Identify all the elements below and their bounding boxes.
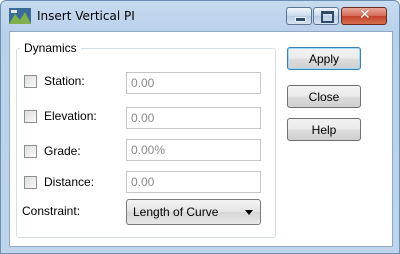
app-icon xyxy=(9,8,31,24)
maximize-icon xyxy=(321,11,334,23)
station-label: Station: xyxy=(44,74,85,88)
elevation-checkbox[interactable] xyxy=(24,110,37,123)
close-icon: ✕ xyxy=(359,7,371,23)
elevation-field[interactable]: 0.00 xyxy=(126,107,261,129)
dialog-client-area: Dynamics Station: 0.00 Elevation: 0.00 G… xyxy=(9,31,393,247)
distance-field[interactable]: 0.00 xyxy=(126,171,261,193)
elevation-label: Elevation: xyxy=(44,109,97,123)
minimize-button[interactable] xyxy=(286,7,312,25)
grade-label: Grade: xyxy=(44,144,81,158)
distance-label: Distance: xyxy=(44,175,95,189)
dialog-window: Insert Vertical PI ✕ Dynamics Station: 0… xyxy=(0,0,400,254)
station-checkbox[interactable] xyxy=(24,75,37,88)
close-button[interactable]: Close xyxy=(287,85,361,108)
grade-checkbox[interactable] xyxy=(24,145,37,158)
maximize-button[interactable] xyxy=(313,7,339,25)
apply-button[interactable]: Apply xyxy=(287,47,361,70)
window-title: Insert Vertical PI xyxy=(37,9,135,23)
chevron-down-icon[interactable] xyxy=(245,210,253,215)
station-field[interactable]: 0.00 xyxy=(126,72,261,94)
constraint-select[interactable]: Length of Curve xyxy=(126,199,261,225)
dynamics-group-label: Dynamics xyxy=(20,41,81,55)
grade-field[interactable]: 0.00% xyxy=(126,139,261,161)
help-button[interactable]: Help xyxy=(287,118,361,141)
constraint-selected-value: Length of Curve xyxy=(133,205,219,219)
minimize-icon xyxy=(295,17,306,22)
close-window-button[interactable]: ✕ xyxy=(341,7,387,25)
title-bar[interactable]: Insert Vertical PI ✕ xyxy=(1,1,399,31)
distance-checkbox[interactable] xyxy=(24,176,37,189)
constraint-label: Constraint: xyxy=(22,204,81,218)
